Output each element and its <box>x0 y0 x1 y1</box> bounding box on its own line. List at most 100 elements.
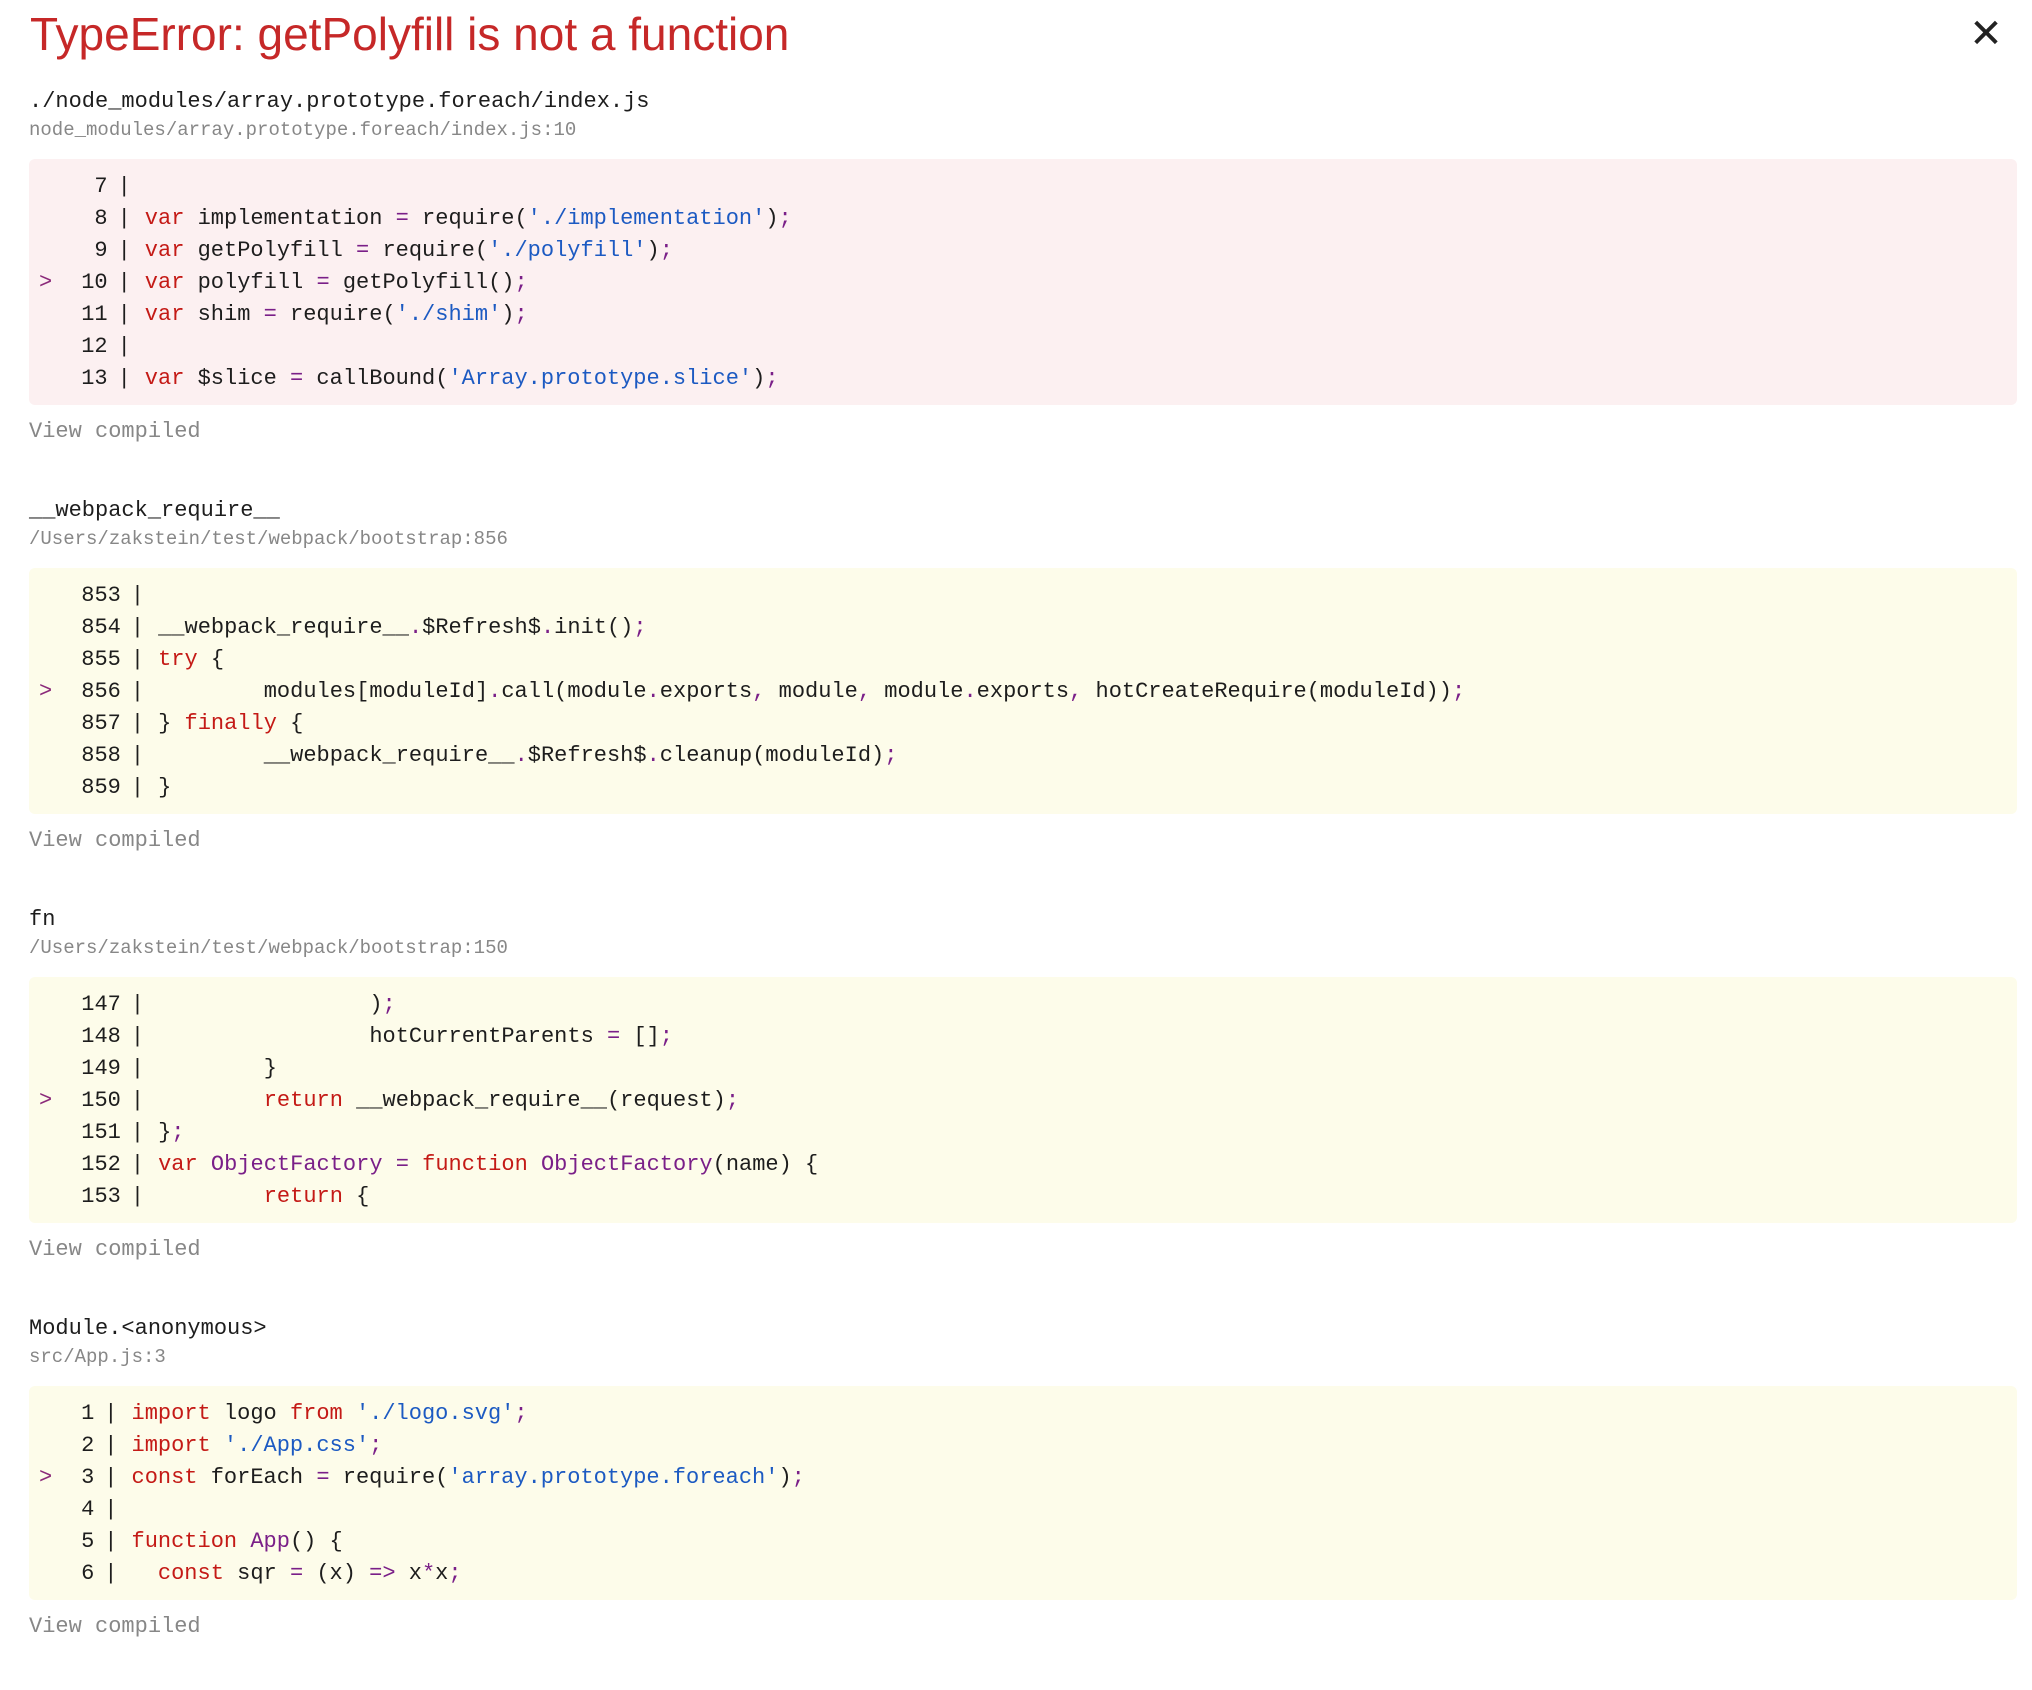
code-token: var <box>158 1152 198 1177</box>
line-number: 6 <box>81 1561 95 1586</box>
line-number: 853 <box>81 583 121 608</box>
code-token: = <box>263 302 277 327</box>
line-separator: | <box>130 583 145 608</box>
code-text: } finally { <box>158 708 2017 740</box>
line-separator: | <box>130 1120 145 1145</box>
view-compiled-link[interactable]: View compiled <box>29 1612 2017 1642</box>
code-line: 1 | import logo from './logo.svg'; <box>29 1398 2017 1430</box>
code-token: $Refresh$ <box>527 743 647 768</box>
code-token: modules[moduleId] <box>158 679 489 704</box>
frame-location: node_modules/array.prototype.foreach/ind… <box>29 119 577 141</box>
code-token: ; <box>659 238 673 263</box>
line-marker <box>29 1526 81 1558</box>
code-token: ; <box>514 270 528 295</box>
code-token: ObjectFactory <box>197 1152 383 1177</box>
stack-frame: fn /Users/zakstein/test/webpack/bootstra… <box>29 904 2017 1265</box>
code-token: require( <box>369 238 489 263</box>
line-separator: | <box>117 302 131 327</box>
view-compiled-link[interactable]: View compiled <box>29 1235 2017 1265</box>
code-token: ObjectFactory <box>527 1152 713 1177</box>
code-token: './logo.svg' <box>355 1401 515 1426</box>
frame-function-name: Module.<anonymous> <box>29 1316 267 1341</box>
view-compiled-link[interactable]: View compiled <box>29 417 2017 447</box>
code-text: import './App.css'; <box>132 1430 2018 1462</box>
code-token: return <box>263 1184 343 1209</box>
close-icon[interactable]: ✕ <box>1964 12 2008 56</box>
code-text: var shim = require('./shim'); <box>145 299 2017 331</box>
code-token: ; <box>659 1024 673 1049</box>
code-token: 'Array.prototype.slice' <box>448 366 753 391</box>
code-token: => <box>369 1561 396 1586</box>
code-token: ; <box>725 1088 740 1113</box>
line-number: 854 <box>81 615 121 640</box>
line-separator: | <box>130 743 145 768</box>
line-marker <box>29 1494 81 1526</box>
line-number: 9 <box>94 238 108 263</box>
line-number: 150 <box>81 1088 121 1113</box>
error-title: TypeError: getPolyfill is not a function <box>30 8 790 60</box>
code-line: 153 | return { <box>29 1181 2017 1213</box>
line-separator: | <box>130 1024 145 1049</box>
code-token: ; <box>778 206 792 231</box>
line-marker: > <box>39 1465 53 1490</box>
code-token: $Refresh$ <box>422 615 541 640</box>
code-token: const <box>157 1561 224 1586</box>
code-token: const <box>131 1465 198 1490</box>
code-token: exports <box>976 679 1070 704</box>
view-compiled-link[interactable]: View compiled <box>29 826 2017 856</box>
code-token: ) <box>752 366 766 391</box>
code-line: 4 | <box>29 1494 2017 1526</box>
line-marker <box>29 1053 81 1085</box>
code-line: 2 | import './App.css'; <box>29 1430 2017 1462</box>
line-marker <box>29 171 81 203</box>
line-separator: | <box>104 1561 118 1586</box>
code-token: require( <box>408 206 528 231</box>
line-marker <box>29 1398 81 1430</box>
line-separator: | <box>130 992 145 1017</box>
code-token: ; <box>369 1433 383 1458</box>
code-text: return __webpack_require__(request); <box>158 1085 2017 1117</box>
line-marker: > <box>39 679 53 704</box>
code-token: exports <box>659 679 753 704</box>
code-token: shim <box>184 302 264 327</box>
line-number: 3 <box>81 1465 95 1490</box>
code-token: (x) <box>303 1561 370 1586</box>
code-line: 7 | <box>29 171 2017 203</box>
code-token: ) <box>158 992 383 1017</box>
line-number: 153 <box>81 1184 121 1209</box>
line-marker <box>29 740 81 772</box>
line-separator: | <box>117 206 131 231</box>
line-number: 148 <box>81 1024 121 1049</box>
code-token: return <box>263 1088 343 1113</box>
code-token: module <box>765 679 858 704</box>
code-token: from <box>289 1401 343 1426</box>
code-token: = <box>356 238 370 263</box>
code-token: function <box>422 1152 528 1177</box>
line-marker <box>29 1558 81 1590</box>
highlighted-code-line: >150 | return __webpack_require__(request… <box>29 1085 2017 1117</box>
code-token: , <box>857 679 872 704</box>
line-separator: | <box>130 615 145 640</box>
code-token: } <box>158 775 172 800</box>
code-line: 152 | var ObjectFactory = function ObjectF… <box>29 1149 2017 1181</box>
line-separator: | <box>104 1401 118 1426</box>
code-line: 12 | <box>29 331 2017 363</box>
line-number: 10 <box>81 270 108 295</box>
code-token: ; <box>1451 679 1466 704</box>
line-number: 2 <box>81 1433 95 1458</box>
code-token: ) <box>501 302 515 327</box>
code-token: } <box>158 711 185 736</box>
code-token: import <box>131 1433 211 1458</box>
line-marker <box>29 363 81 395</box>
stack-frame: ./node_modules/array.prototype.foreach/i… <box>29 86 2017 447</box>
code-snippet: 1 | import logo from './logo.svg'; 2 | import… <box>29 1386 2017 1600</box>
code-line: 151 |}; <box>29 1117 2017 1149</box>
code-line: 5 | function App() { <box>29 1526 2017 1558</box>
code-token: ; <box>791 1465 805 1490</box>
code-text: const sqr = (x) => x*x; <box>132 1558 2018 1590</box>
code-token: ) <box>778 1465 792 1490</box>
